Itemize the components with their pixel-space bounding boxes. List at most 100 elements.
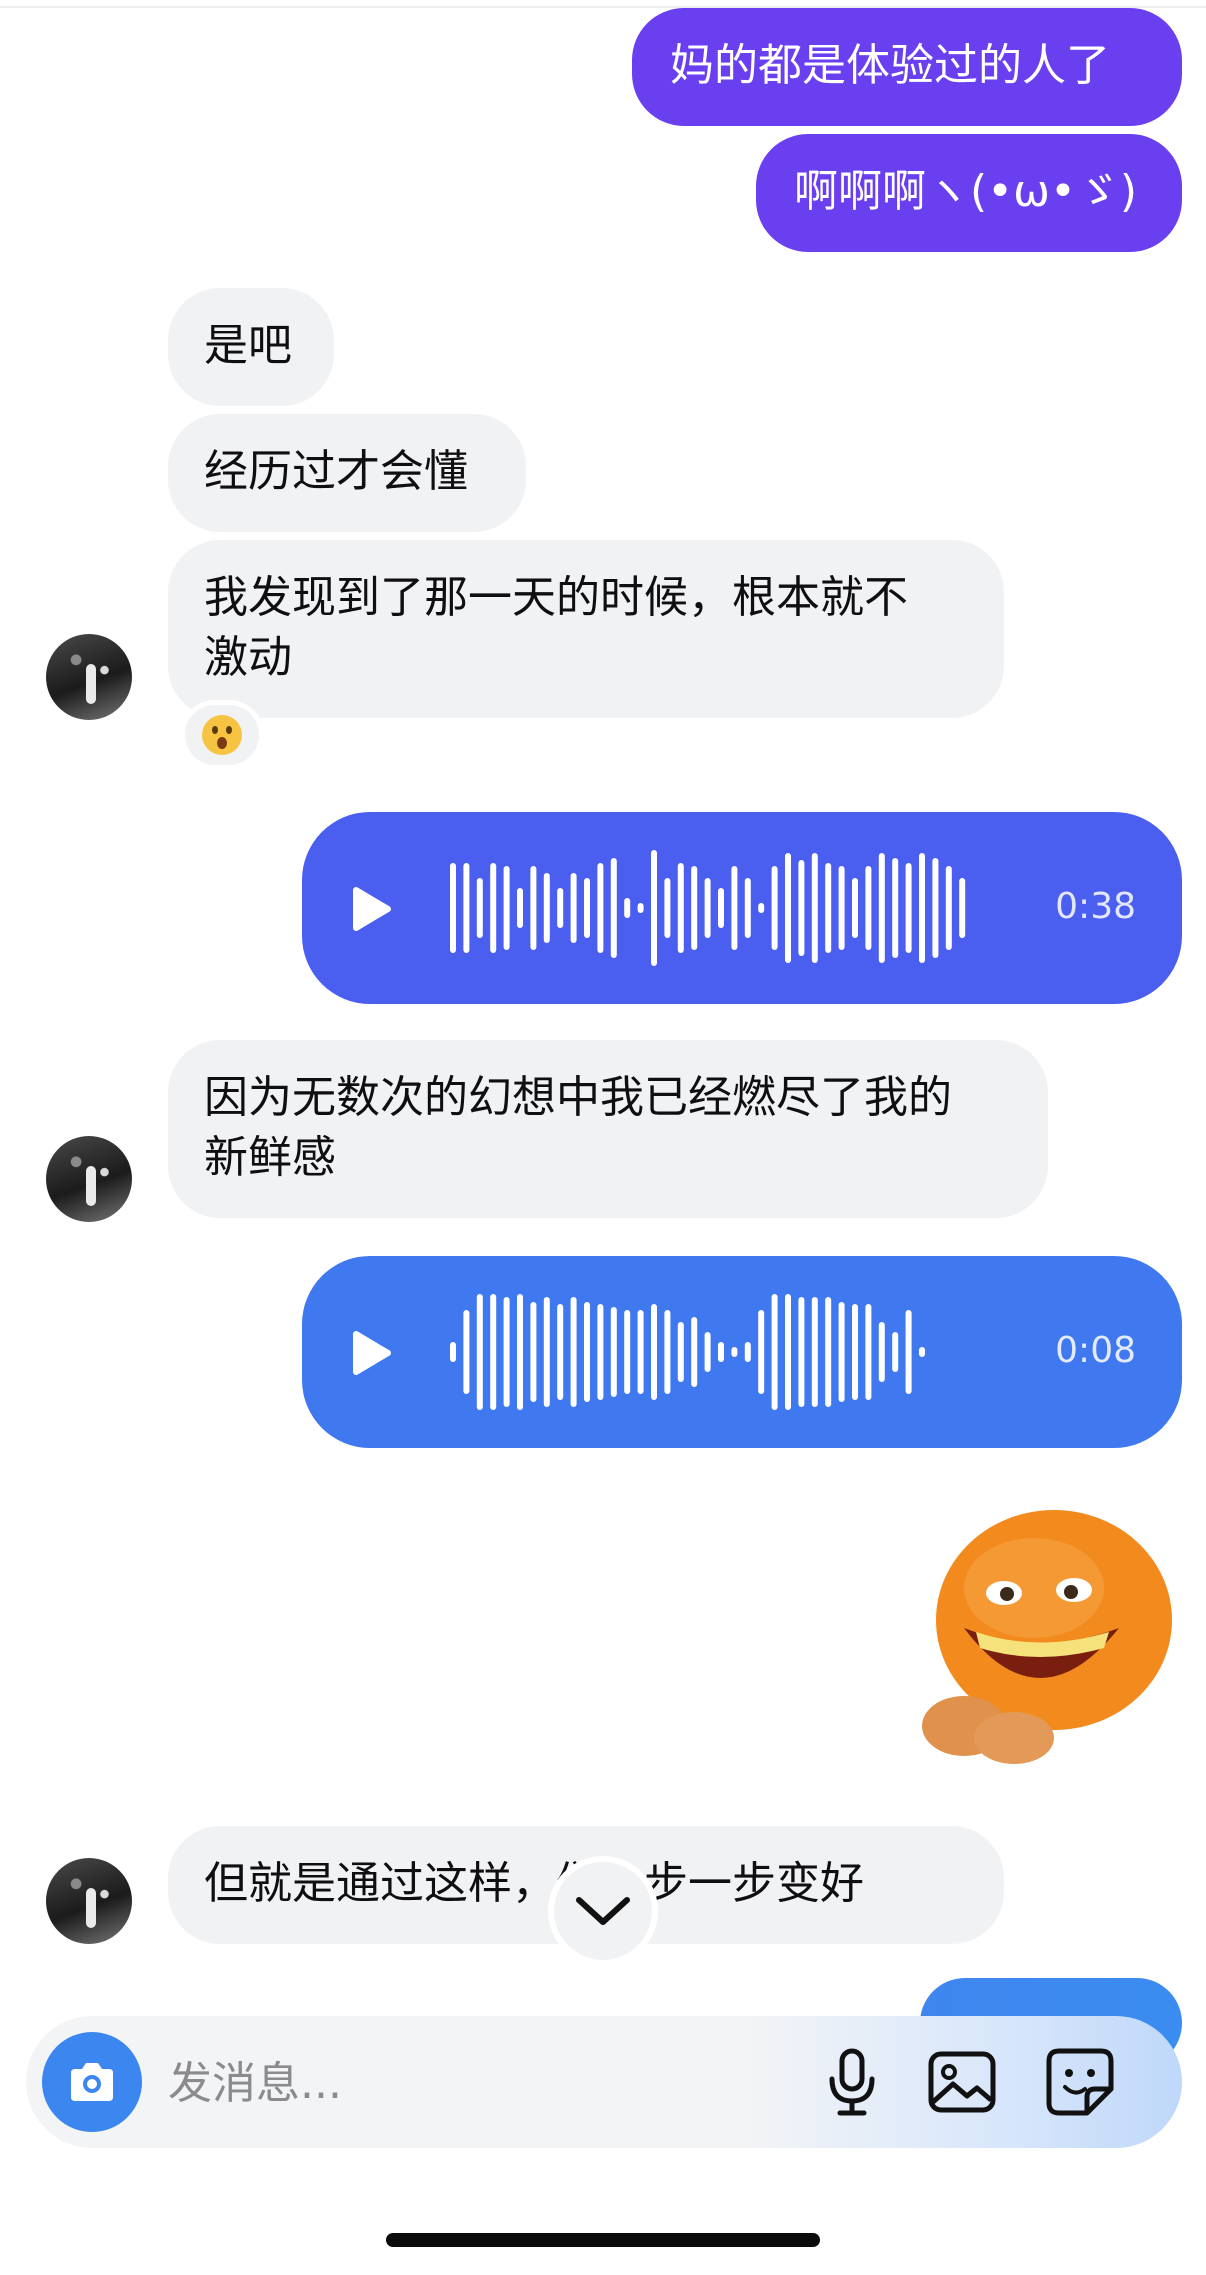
waveform-bar <box>905 1310 912 1394</box>
waveform-bar <box>664 878 671 938</box>
message-text-line: 激动 <box>204 632 292 683</box>
waveform-bar <box>878 1322 885 1382</box>
waveform-bar <box>463 863 470 953</box>
voice-waveform-1 <box>353 850 966 966</box>
waveform-bar <box>610 858 617 958</box>
waveform-bar <box>744 1342 751 1362</box>
chevron-down-icon <box>576 1897 630 1925</box>
contact-avatar[interactable] <box>46 1136 132 1222</box>
waveform-bar <box>892 1332 899 1372</box>
waveform-bar <box>852 878 858 938</box>
message-text: 但就是通过这样，们一步一步变好 <box>204 1858 864 1909</box>
voice-waveform-2 <box>353 1294 925 1410</box>
waveform-bar <box>811 1297 818 1407</box>
scroll-to-bottom-button[interactable] <box>548 1856 658 1966</box>
waveform-bar <box>570 1297 577 1407</box>
image-button[interactable] <box>926 2046 998 2118</box>
waveform-bar <box>557 1304 564 1400</box>
voice-message[interactable]: 0:38 <box>302 812 1182 1004</box>
play-icon <box>353 887 391 931</box>
waveform-bar <box>637 903 644 913</box>
camera-button[interactable] <box>42 2032 142 2132</box>
voice-message[interactable]: 0:08 <box>302 1256 1182 1448</box>
play-icon <box>353 1331 391 1375</box>
incoming-message[interactable]: 经历过才会懂 <box>168 414 526 532</box>
outgoing-message[interactable]: 妈的都是体验过的人了 <box>632 8 1182 126</box>
waveform-bar <box>677 1322 684 1382</box>
waveform-bar <box>517 1294 523 1410</box>
waveform-bar <box>476 1294 483 1410</box>
waveform-bar <box>758 903 765 913</box>
waveform-bar <box>584 1302 590 1402</box>
waveform-bar <box>543 1297 550 1407</box>
waveform-bar <box>811 853 818 963</box>
waveform-bar <box>825 1297 832 1407</box>
waveform-bar <box>597 1304 604 1400</box>
waveform-bar <box>557 888 564 928</box>
waveform-bar <box>570 873 577 943</box>
waveform-bar <box>932 858 939 958</box>
waveform-bar <box>610 1307 617 1397</box>
waveform-bar <box>677 863 684 953</box>
waveform-bar <box>771 866 778 950</box>
waveform-bar <box>651 850 657 966</box>
waveform-bar <box>651 1304 657 1400</box>
contact-avatar[interactable] <box>46 634 132 720</box>
astonished-face-emoji-icon <box>202 715 242 755</box>
waveform-bar <box>892 858 899 958</box>
waveform-bar <box>530 866 537 950</box>
waveform-bar <box>758 1310 765 1394</box>
contact-avatar[interactable] <box>46 1858 132 1944</box>
waveform-bar <box>624 898 631 918</box>
message-text: 是吧 <box>204 320 292 371</box>
waveform-bar <box>476 878 483 938</box>
message-input[interactable] <box>166 2046 690 2120</box>
reaction-badge[interactable] <box>180 700 264 770</box>
message-text: 啊啊啊ヽ(•ω•ゞ) <box>794 166 1138 217</box>
sticker-button[interactable] <box>1044 2046 1116 2118</box>
incoming-message[interactable]: 因为无数次的幻想中我已经燃尽了我的 新鲜感 <box>168 1040 1048 1218</box>
waveform-bar <box>852 1304 858 1400</box>
waveform-bar <box>905 863 912 953</box>
waveform-bar <box>798 860 805 956</box>
waveform-bar <box>744 878 751 938</box>
microphone-button[interactable] <box>816 2046 888 2118</box>
waveform-bar <box>865 1304 872 1400</box>
incoming-message[interactable]: 是吧 <box>168 288 334 406</box>
waveform-bar <box>691 866 698 950</box>
waveform-bar <box>691 1317 698 1387</box>
waveform-bar <box>718 888 724 928</box>
waveform-bar <box>825 863 832 953</box>
message-text-line: 新鲜感 <box>204 1132 336 1183</box>
waveform-bar <box>664 1310 671 1394</box>
incoming-message[interactable]: 我发现到了那一天的时候，根本就不 激动 <box>168 540 1004 718</box>
waveform-bar <box>919 1347 925 1357</box>
message-text: 经历过才会懂 <box>204 446 468 497</box>
waveform-bar <box>463 1310 470 1394</box>
waveform-bar <box>731 1347 738 1357</box>
waveform-bar <box>530 1302 537 1402</box>
message-text-line: 我发现到了那一天的时候，根本就不 <box>204 572 908 623</box>
waveform-bar <box>785 1294 791 1410</box>
waveform-bar <box>450 1342 456 1362</box>
laughing-orange-sticker-icon[interactable] <box>904 1508 1174 1770</box>
voice-duration: 0:08 <box>1055 1330 1136 1371</box>
waveform-bar <box>503 866 510 950</box>
waveform-bar <box>838 866 845 950</box>
home-indicator <box>386 2233 820 2247</box>
waveform-bar <box>919 853 925 963</box>
outgoing-message[interactable]: 啊啊啊ヽ(•ω•ゞ) <box>756 134 1182 252</box>
waveform-bar <box>637 1310 644 1394</box>
waveform-bar <box>865 866 872 950</box>
sticker-icon <box>1046 2048 1114 2116</box>
waveform-bar <box>597 863 604 953</box>
waveform-bar <box>490 1294 497 1410</box>
waveform-bar <box>450 863 456 953</box>
waveform-bar <box>704 878 711 938</box>
waveform-bar <box>771 1294 778 1410</box>
waveform-bar <box>878 853 885 963</box>
waveform-bar <box>584 878 590 938</box>
waveform-bar <box>959 878 966 938</box>
waveform-bar <box>624 1310 631 1394</box>
camera-icon <box>71 2063 113 2101</box>
